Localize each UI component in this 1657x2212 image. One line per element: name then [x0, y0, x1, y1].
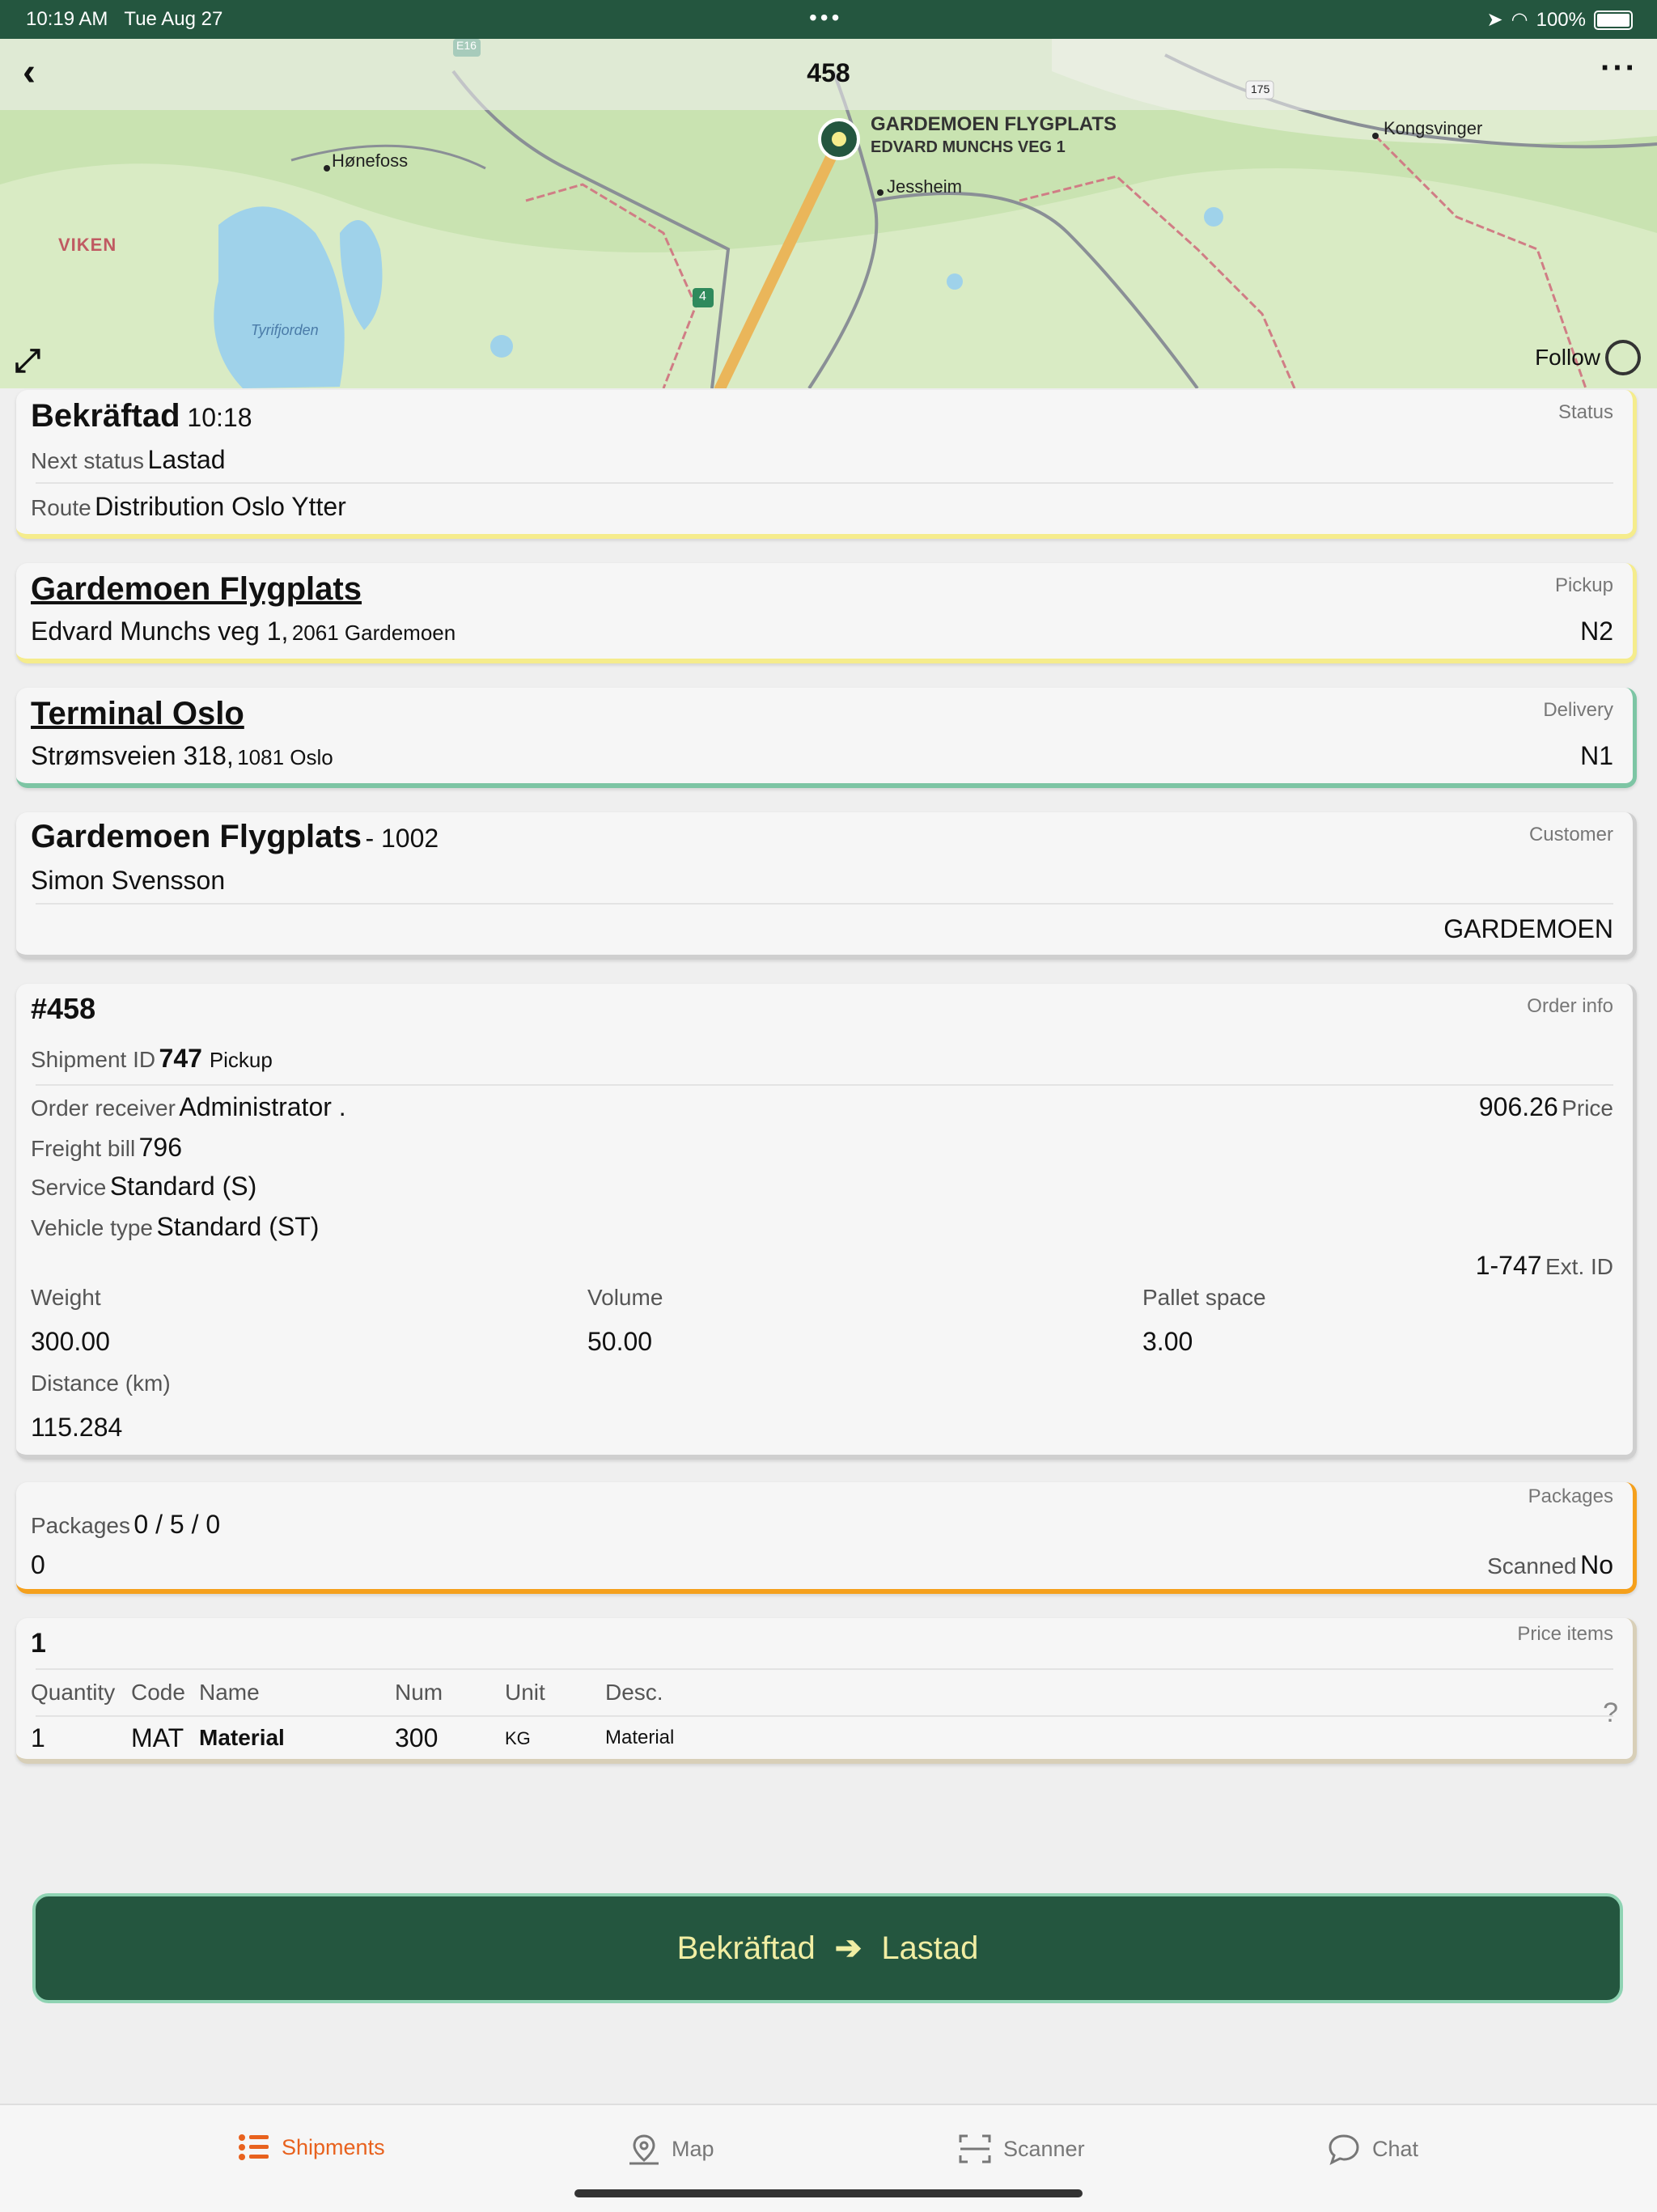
- expand-map-icon[interactable]: ⤢: [15, 343, 40, 379]
- weight-label: Weight: [31, 1285, 101, 1310]
- road-shield-175: 175: [1251, 83, 1270, 95]
- chat-bubble-icon: [1329, 2134, 1359, 2165]
- order-price: 906.26 Price: [1478, 1092, 1613, 1121]
- map-pin-icon: [629, 2134, 659, 2165]
- pallet-label: Pallet space: [1142, 1285, 1266, 1310]
- freight-bill: Freight bill 796: [31, 1133, 183, 1162]
- col-quantity: Quantity: [31, 1680, 116, 1705]
- action-from-status: Bekräftad: [676, 1930, 816, 1966]
- card-tag: Delivery: [1543, 699, 1613, 721]
- order-info-card: Order info #458 Shipment ID 747 Pickup O…: [16, 984, 1637, 1460]
- next-status: Next status Lastad: [31, 445, 226, 474]
- packages-count: 0: [31, 1550, 45, 1579]
- divider: [36, 1668, 1613, 1670]
- tab-map[interactable]: Map: [628, 2133, 714, 2165]
- delivery-name-link[interactable]: Terminal Oslo: [31, 696, 244, 732]
- packages-summary: Packages 0 / 5 / 0: [31, 1510, 221, 1539]
- divider: [36, 1084, 1613, 1086]
- map-label-honefoss: Hønefoss: [332, 150, 409, 171]
- map-poi-gardemoen[interactable]: GARDEMOEN FLYGPLATS EDVARD MUNCHS VEG 1: [871, 113, 1117, 159]
- battery-icon: [1594, 10, 1633, 30]
- status-bar: 10:19 AM Tue Aug 27 ••• ➤ ◠ 100%: [0, 0, 1657, 39]
- col-desc: Desc.: [605, 1680, 663, 1705]
- customer-contact: Simon Svensson: [31, 866, 226, 895]
- customer-card: Customer Gardemoen Flygplats - 1002 Simo…: [16, 812, 1637, 960]
- location-icon: ➤: [1486, 9, 1503, 31]
- map-title: 458: [807, 58, 850, 87]
- scanned-status: Scanned No: [1487, 1550, 1613, 1579]
- shipment-id: Shipment ID 747 Pickup: [31, 1044, 273, 1073]
- arrow-right-icon: ➔: [834, 1930, 862, 1966]
- map-label-tyrifjorden: Tyrifjorden: [251, 322, 319, 338]
- card-tag: Packages: [1528, 1485, 1613, 1507]
- list-icon: [239, 2134, 269, 2160]
- follow-ring-icon: [1605, 340, 1641, 375]
- battery-percent: 100%: [1536, 8, 1586, 31]
- distance-label: Distance (km): [31, 1371, 171, 1396]
- route-info: Route Distribution Oslo Ytter: [31, 492, 346, 521]
- divider: [36, 903, 1613, 905]
- delivery-card[interactable]: Delivery Terminal Oslo Strømsveien 318, …: [16, 688, 1637, 788]
- volume-value: 50.00: [587, 1327, 653, 1356]
- card-tag: Customer: [1528, 824, 1613, 845]
- scanner-icon: [959, 2134, 991, 2163]
- packages-card[interactable]: Packages Packages 0 / 5 / 0 0 Scanned No: [16, 1482, 1637, 1594]
- multitask-dots-icon[interactable]: •••: [809, 5, 842, 31]
- help-icon[interactable]: ?: [1603, 1697, 1618, 1729]
- card-tag: Status: [1557, 401, 1613, 423]
- card-tag: Price items: [1517, 1623, 1613, 1645]
- tab-scanner[interactable]: Scanner: [958, 2133, 1085, 2165]
- pickup-address: Edvard Munchs veg 1, 2061 Gardemoen: [31, 617, 456, 646]
- pickup-card[interactable]: Pickup Gardemoen Flygplats Edvard Munchs…: [16, 563, 1637, 663]
- home-indicator[interactable]: [574, 2189, 1083, 2197]
- distance-value: 115.284: [31, 1413, 123, 1442]
- ext-id: 1-747 Ext. ID: [1475, 1251, 1613, 1280]
- status-indicators: ➤ ◠ 100%: [1487, 8, 1633, 32]
- road-shield-4: 4: [699, 290, 706, 303]
- route-map[interactable]: ‹ 458 ··· Hønefoss VIKEN Tyrifjorden Jes…: [0, 39, 1657, 388]
- volume-label: Volume: [587, 1285, 663, 1310]
- vehicle-type: Vehicle type Standard (ST): [31, 1212, 320, 1241]
- col-num: Num: [395, 1680, 443, 1705]
- delivery-address: Strømsveien 318, 1081 Oslo: [31, 741, 333, 770]
- col-unit: Unit: [505, 1680, 545, 1705]
- pickup-code: N2: [1580, 617, 1613, 646]
- customer-site: GARDEMOEN: [1443, 914, 1613, 943]
- price-items-count: 1: [31, 1628, 46, 1659]
- follow-toggle[interactable]: Follow: [1535, 340, 1641, 375]
- action-to-status: Lastad: [881, 1930, 979, 1966]
- road-shield-e16: E16: [456, 39, 477, 52]
- map-label-jessheim: Jessheim: [887, 176, 962, 197]
- map-label-viken: VIKEN: [58, 235, 117, 255]
- divider: [36, 1715, 1613, 1717]
- tab-shipments[interactable]: Shipments: [238, 2133, 385, 2162]
- price-items-card: Price items 1 Quantity Code Name Num Uni…: [16, 1618, 1637, 1764]
- delivery-code: N1: [1580, 741, 1613, 770]
- advance-status-button[interactable]: Bekräftad ➔ Lastad: [32, 1893, 1623, 2003]
- more-options-icon[interactable]: ···: [1600, 50, 1638, 87]
- card-tag: Pickup: [1554, 574, 1613, 596]
- divider: [36, 482, 1613, 484]
- pickup-name-link[interactable]: Gardemoen Flygplats: [31, 571, 362, 608]
- map-label-kongsvinger: Kongsvinger: [1384, 118, 1483, 138]
- order-receiver: Order receiver Administrator .: [31, 1092, 346, 1121]
- wifi-icon: ◠: [1511, 9, 1528, 31]
- order-number: #458: [31, 992, 96, 1025]
- customer-name: Gardemoen Flygplats - 1002: [31, 819, 439, 854]
- status-time: 10:19 AM Tue Aug 27: [26, 8, 223, 30]
- service: Service Standard (S): [31, 1172, 257, 1201]
- tab-chat[interactable]: Chat: [1327, 2133, 1418, 2165]
- pallet-value: 3.00: [1142, 1327, 1193, 1356]
- current-status: Bekräftad 10:18: [31, 398, 252, 434]
- status-card: Status Bekräftad 10:18 Next status Lasta…: [16, 390, 1637, 539]
- weight-value: 300.00: [31, 1327, 110, 1356]
- card-tag: Order info: [1527, 995, 1613, 1017]
- col-code: Code: [131, 1680, 185, 1705]
- col-name: Name: [199, 1680, 260, 1705]
